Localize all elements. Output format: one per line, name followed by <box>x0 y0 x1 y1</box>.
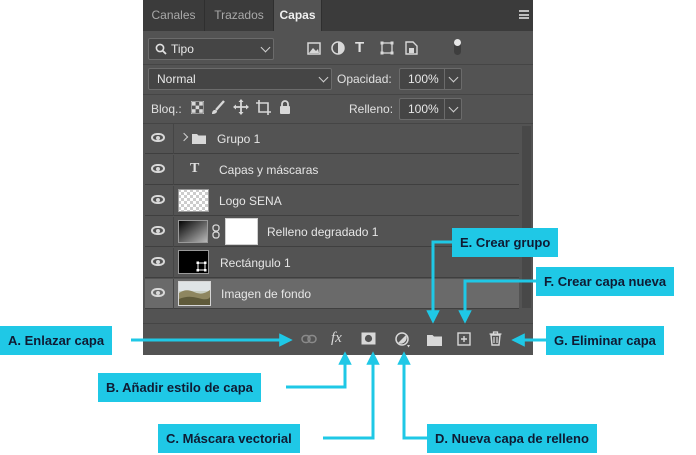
fx-layer-style-icon[interactable]: fx <box>331 330 342 346</box>
lock-image-pixels-icon[interactable] <box>211 100 225 115</box>
filter-pixel-icon[interactable] <box>307 42 321 55</box>
layer-name: Rectángulo 1 <box>220 256 291 270</box>
photo-thumbnail <box>178 281 211 306</box>
chevron-down-icon <box>260 42 271 53</box>
panel-tab-bar: Canales Trazados Capas <box>143 0 533 31</box>
visibility-eye-icon[interactable] <box>151 288 165 297</box>
filter-type-icon[interactable]: T <box>355 39 364 56</box>
layers-panel: Canales Trazados Capas Tipo T Normal Opa… <box>143 0 533 355</box>
callout-vector-mask: C. Máscara vectorial <box>158 424 300 453</box>
search-icon <box>155 43 167 55</box>
callout-create-new-layer: F. Crear capa nueva <box>536 267 675 296</box>
opacity-value: 100% <box>408 72 439 86</box>
visibility-eye-icon[interactable] <box>151 195 165 204</box>
lock-all-icon[interactable] <box>279 100 291 114</box>
tab-trazados[interactable]: Trazados <box>205 0 274 31</box>
filter-adjustment-icon[interactable] <box>331 41 345 55</box>
chevron-right-icon[interactable] <box>179 132 189 142</box>
shape-layer-icon <box>196 261 207 272</box>
folder-icon <box>192 134 206 144</box>
filter-toggle-switch[interactable] <box>454 39 461 55</box>
layer-row-group[interactable]: Grupo 1 <box>145 124 519 154</box>
chevron-down-icon <box>448 72 459 83</box>
filter-kind-value: Tipo <box>171 42 194 56</box>
callout-create-group: E. Crear grupo <box>452 228 559 257</box>
trash-icon[interactable] <box>489 331 502 346</box>
layer-name: Grupo 1 <box>217 132 261 146</box>
link-layers-icon[interactable] <box>301 334 317 344</box>
link-chain-icon[interactable] <box>212 224 220 239</box>
layer-name: Capas y máscaras <box>219 163 319 177</box>
type-layer-icon: T <box>190 161 200 176</box>
shape-thumbnail <box>178 250 209 274</box>
layer-thumbnail <box>178 189 209 212</box>
layer-mask-thumbnail[interactable] <box>225 218 258 245</box>
new-layer-icon[interactable] <box>457 332 471 346</box>
visibility-eye-icon[interactable] <box>151 226 165 235</box>
opacity-label: Opacidad: <box>337 72 392 86</box>
layers-scrollbar[interactable] <box>522 126 531 308</box>
new-fill-adjustment-icon[interactable] <box>395 332 411 348</box>
opacity-field[interactable]: 100% <box>399 68 462 90</box>
callout-add-layer-style: B. Añadir estilo de capa <box>98 373 261 402</box>
blend-mode-value: Normal <box>157 72 196 86</box>
tab-canales[interactable]: Canales <box>143 0 205 31</box>
blend-mode-select[interactable]: Normal <box>148 68 332 90</box>
layer-row-background[interactable]: Imagen de fondo <box>145 279 519 309</box>
callout-delete-layer: G. Eliminar capa <box>546 326 664 355</box>
lock-position-icon[interactable] <box>233 99 249 115</box>
callout-link-layer: A. Enlazar capa <box>0 326 113 355</box>
lock-label: Bloq.: <box>151 102 182 116</box>
layer-name: Relleno degradado 1 <box>267 225 379 239</box>
fill-value: 100% <box>408 102 439 116</box>
chevron-down-icon <box>448 102 459 113</box>
panel-menu-icon[interactable] <box>519 10 529 19</box>
lock-artboard-icon[interactable] <box>256 100 271 115</box>
chevron-down-icon <box>318 72 329 83</box>
layer-name: Imagen de fondo <box>221 287 312 301</box>
callout-new-fill-layer: D. Nueva capa de relleno <box>427 424 597 453</box>
visibility-eye-icon[interactable] <box>151 164 165 173</box>
visibility-eye-icon[interactable] <box>151 257 165 266</box>
filter-shape-icon[interactable] <box>380 41 394 55</box>
visibility-eye-icon[interactable] <box>151 133 165 142</box>
layer-row-logo[interactable]: Logo SENA <box>145 186 519 216</box>
filter-kind-select[interactable]: Tipo <box>148 38 274 60</box>
filter-smart-object-icon[interactable] <box>405 41 418 55</box>
layer-row-text[interactable]: T Capas y máscaras <box>145 155 519 185</box>
gradient-fill-thumbnail <box>178 220 208 243</box>
fill-field[interactable]: 100% <box>399 98 462 120</box>
add-mask-icon[interactable] <box>361 332 376 345</box>
lock-transparent-pixels-icon[interactable] <box>191 101 204 114</box>
new-group-folder-icon[interactable] <box>427 334 442 346</box>
fill-label: Relleno: <box>349 102 394 116</box>
tab-capas[interactable]: Capas <box>274 0 322 31</box>
layer-name: Logo SENA <box>219 194 282 208</box>
